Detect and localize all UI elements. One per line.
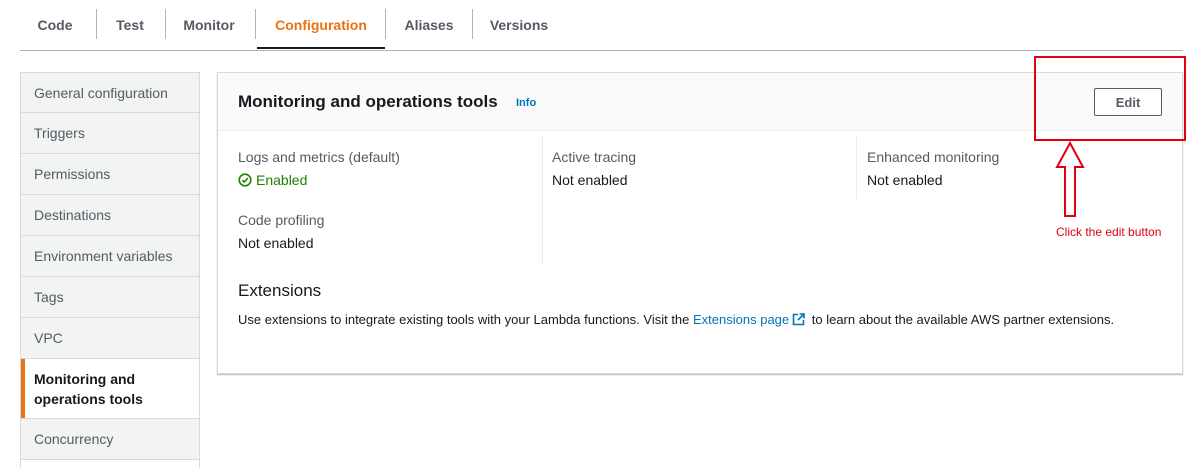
sidebar-item-label: Destinations bbox=[34, 207, 112, 223]
info-link[interactable]: Info bbox=[516, 97, 536, 109]
enhanced-monitoring-label: Enhanced monitoring bbox=[867, 149, 1000, 165]
extensions-description: Use extensions to integrate existing too… bbox=[238, 310, 1158, 330]
sidebar-item-concurrency[interactable]: Concurrency bbox=[21, 419, 199, 460]
tab-configuration[interactable]: Configuration bbox=[257, 0, 385, 49]
check-circle-icon bbox=[238, 173, 252, 187]
config-sidebar: General configuration Triggers Permissio… bbox=[20, 72, 200, 468]
sidebar-item-destinations[interactable]: Destinations bbox=[21, 195, 199, 236]
sidebar-item-label: General configuration bbox=[34, 84, 168, 101]
sidebar-item-label: Tags bbox=[34, 289, 64, 305]
tab-versions[interactable]: Versions bbox=[490, 0, 548, 49]
sidebar-item-vpc[interactable]: VPC bbox=[21, 318, 199, 359]
column-divider bbox=[542, 136, 543, 264]
up-arrow-icon bbox=[1055, 141, 1085, 217]
sidebar-item-monitoring[interactable]: Monitoring and operations tools bbox=[21, 359, 199, 419]
sidebar-item-label: Triggers bbox=[34, 125, 85, 141]
sidebar-item-label: Environment variables bbox=[34, 248, 173, 264]
annotation-text: Click the edit button bbox=[1056, 225, 1162, 239]
tab-separator bbox=[472, 9, 473, 39]
enhanced-monitoring-value: Not enabled bbox=[867, 172, 943, 188]
tab-separator bbox=[165, 9, 166, 39]
extensions-text: Use extensions to integrate existing too… bbox=[238, 312, 694, 327]
tab-separator bbox=[96, 9, 97, 39]
tab-code[interactable]: Code bbox=[34, 0, 76, 49]
sidebar-item-label: Monitoring and operations tools bbox=[34, 370, 143, 407]
active-tracing-label: Active tracing bbox=[552, 149, 637, 165]
sidebar-item-environment-variables[interactable]: Environment variables bbox=[21, 236, 199, 277]
column-divider bbox=[856, 136, 857, 199]
code-profiling-label: Code profiling bbox=[238, 212, 325, 228]
logs-metrics-label: Logs and metrics (default) bbox=[238, 149, 400, 165]
tab-test[interactable]: Test bbox=[115, 0, 145, 49]
logs-metrics-value: Enabled bbox=[238, 172, 307, 188]
tab-separator bbox=[385, 9, 386, 39]
sidebar-item-label: VPC bbox=[34, 330, 63, 346]
sidebar-item-label: Concurrency bbox=[34, 431, 114, 447]
extensions-page-link[interactable]: Extensions page bbox=[693, 312, 789, 327]
sidebar-item-triggers[interactable]: Triggers bbox=[21, 113, 199, 154]
extensions-text-after: to learn about the available AWS partner… bbox=[808, 312, 1115, 327]
extensions-heading: Extensions bbox=[238, 281, 322, 300]
active-tracing-value: Not enabled bbox=[552, 172, 628, 188]
code-profiling-value: Not enabled bbox=[238, 235, 314, 251]
sidebar-item-general-configuration[interactable]: General configuration bbox=[21, 73, 199, 113]
tab-monitor[interactable]: Monitor bbox=[182, 0, 236, 49]
tab-separator bbox=[255, 9, 256, 39]
tab-aliases[interactable]: Aliases bbox=[404, 0, 454, 49]
sidebar-item-permissions[interactable]: Permissions bbox=[21, 154, 199, 195]
annotation-highlight-box bbox=[1034, 56, 1186, 141]
sidebar-item-label: Permissions bbox=[34, 166, 111, 182]
tab-bar: Code Test Monitor Configuration Aliases … bbox=[20, 0, 1183, 51]
panel-title: Monitoring and operations tools bbox=[238, 92, 498, 111]
sidebar-item-tags[interactable]: Tags bbox=[21, 277, 199, 318]
logs-metrics-status: Enabled bbox=[256, 172, 308, 188]
external-link-icon[interactable] bbox=[792, 313, 805, 326]
